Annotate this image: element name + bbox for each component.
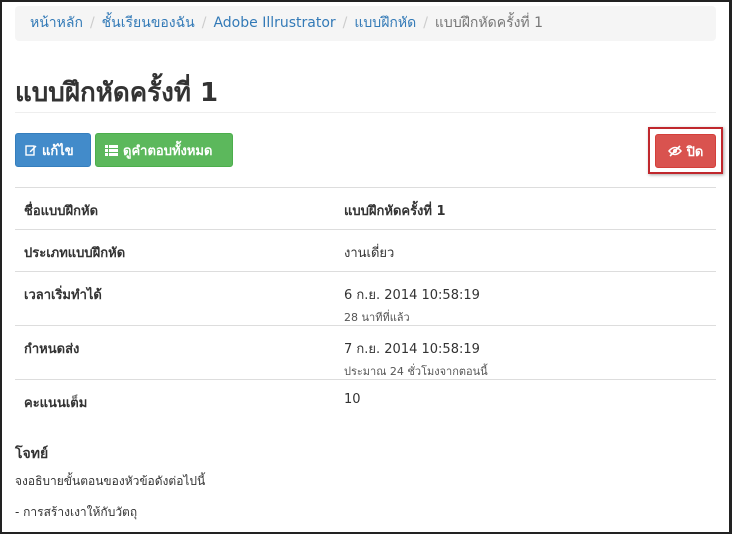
breadcrumb-separator: / [201, 15, 207, 31]
row-label: กำหนดส่ง [24, 342, 80, 357]
due-time: 7 ก.ย. 2014 10:58:19 [344, 342, 480, 357]
table-row: กำหนดส่ง 7 ก.ย. 2014 10:58:19 ประมาณ 24 … [15, 326, 716, 380]
row-value: 10 [344, 392, 361, 407]
row-label: ชื่อแบบฝึกหัด [24, 204, 99, 219]
breadcrumb-separator: / [89, 15, 95, 31]
breadcrumb-exercises[interactable]: แบบฝึกหัด [354, 15, 416, 31]
edit-button[interactable]: แก้ไข [15, 133, 91, 167]
start-time-relative: 28 นาทีที่แล้ว [344, 311, 410, 324]
breadcrumb-separator: / [342, 15, 348, 31]
row-value: งานเดี่ยว [344, 246, 395, 261]
page-title: แบบฝึกหัดครั้งที่ 1 [15, 78, 219, 108]
breadcrumb-course[interactable]: Adobe Illrustrator [213, 15, 335, 31]
breadcrumb-separator: / [423, 15, 428, 31]
breadcrumb: หน้าหลัก / ชั้นเรียนของฉัน / Adobe Illrustra… [15, 6, 716, 41]
close-button[interactable]: ปิด [655, 134, 716, 168]
breadcrumb-home[interactable]: หน้าหลัก [30, 15, 83, 31]
title-divider [15, 112, 716, 113]
row-label: เวลาเริ่มทำได้ [24, 288, 102, 303]
row-label: คะแนนเต็ม [24, 396, 88, 411]
table-row: ประเภทแบบฝึกหัด งานเดี่ยว [15, 230, 716, 272]
due-time-relative: ประมาณ 24 ชั่วโมงจากตอนนี้ [344, 365, 488, 378]
breadcrumb-my-classes[interactable]: ชั้นเรียนของฉัน [102, 15, 195, 31]
view-all-answers-button[interactable]: ดูคำตอบทั้งหมด [95, 133, 233, 167]
row-label: ประเภทแบบฝึกหัด [24, 246, 126, 261]
table-row: คะแนนเต็ม 10 [15, 380, 716, 422]
table-row: ชื่อแบบฝึกหัด แบบฝึกหัดครั้งที่ 1 [15, 188, 716, 230]
details-table: ชื่อแบบฝึกหัด แบบฝึกหัดครั้งที่ 1 ประเภท… [15, 187, 716, 422]
edit-button-label: แก้ไข [42, 143, 74, 159]
row-value-group: 6 ก.ย. 2014 10:58:19 28 นาทีที่แล้ว [344, 284, 480, 326]
eye-slash-icon [667, 145, 682, 157]
breadcrumb-current: แบบฝึกหัดครั้งที่ 1 [434, 15, 544, 31]
start-time: 6 ก.ย. 2014 10:58:19 [344, 288, 480, 303]
row-value-group: 7 ก.ย. 2014 10:58:19 ประมาณ 24 ชั่วโมงจา… [344, 338, 488, 380]
row-value: แบบฝึกหัดครั้งที่ 1 [344, 204, 446, 219]
problem-line: - การสร้างเงาให้กับวัตถุ [15, 505, 138, 519]
table-row: เวลาเริ่มทำได้ 6 ก.ย. 2014 10:58:19 28 น… [15, 272, 716, 326]
close-button-label: ปิด [686, 144, 704, 160]
view-all-answers-label: ดูคำตอบทั้งหมด [123, 143, 213, 159]
problem-line: จงอธิบายขั้นตอนของหัวข้อดังต่อไปนี้ [15, 474, 206, 488]
problem-heading: โจทย์ [15, 446, 49, 462]
edit-icon [25, 144, 37, 156]
list-icon [105, 144, 118, 156]
